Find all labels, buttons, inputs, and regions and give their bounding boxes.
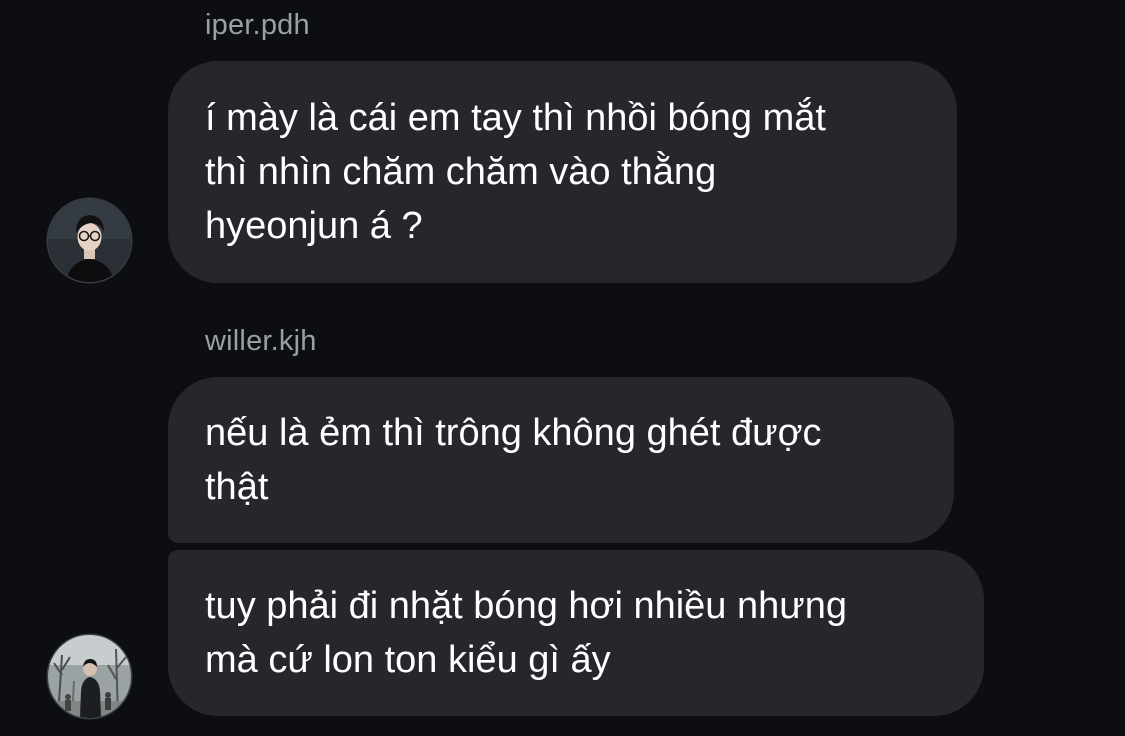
user-avatar-photo-icon <box>48 199 131 282</box>
user-avatar-photo-icon <box>48 635 131 718</box>
message-bubble[interactable]: nếu là ẻm thì trông không ghét được thật <box>168 377 954 543</box>
avatar[interactable] <box>48 635 131 718</box>
avatar[interactable] <box>48 199 131 282</box>
message-bubble[interactable]: tuy phải đi nhặt bóng hơi nhiều nhưng mà… <box>168 550 984 716</box>
chat-thread: iper.pdh í mày là cái em tay thì nhồi bó… <box>0 0 1125 736</box>
sender-name: willer.kjh <box>205 325 317 357</box>
message-bubble[interactable]: í mày là cái em tay thì nhồi bóng mắt th… <box>168 61 957 283</box>
sender-name: iper.pdh <box>205 9 310 41</box>
